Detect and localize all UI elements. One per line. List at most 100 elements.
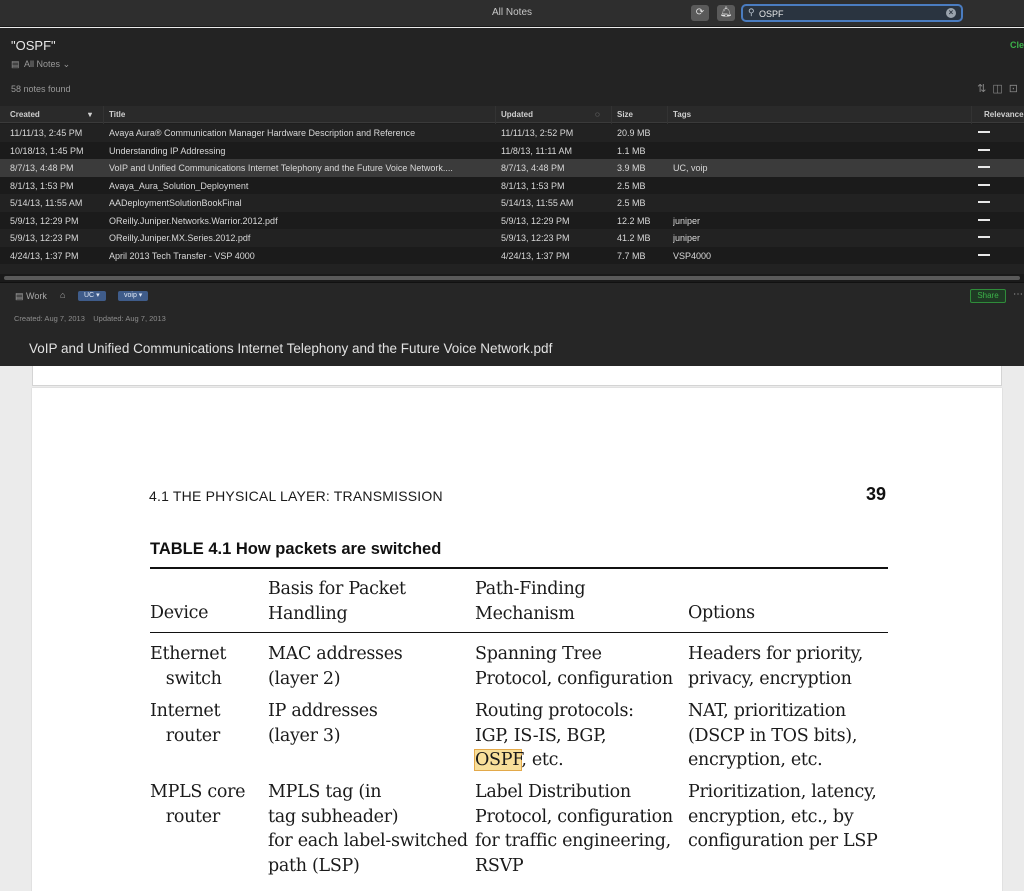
scrollbar-thumb[interactable] [4,276,1020,280]
notes-list-header: "OSPF" Cle ▤ All Notes ⌄ 58 notes found … [0,28,1024,106]
tag-chip[interactable]: voip ▾ [118,291,149,301]
table-row-selected[interactable]: 8/7/13, 4:48 PM VoIP and Unified Communi… [0,159,1024,177]
note-created: Created: Aug 7, 2013 [14,314,85,323]
notes-count: 58 notes found [11,84,71,94]
pdf-cell-path: Routing protocols: IGP, IS-IS, BGP, [475,701,634,746]
row-size: 41.2 MB [617,233,651,243]
pdf-cell-path: Spanning Tree Protocol, configuration [475,644,673,689]
horizontal-scrollbar[interactable] [0,274,1024,282]
row-size: 2.5 MB [617,198,646,208]
previous-page-edge [32,366,1002,386]
table-row[interactable]: 5/14/13, 11:55 AM AADeploymentSolutionBo… [0,194,1024,212]
table-row[interactable]: 11/11/13, 2:45 PM Avaya Aura® Communicat… [0,124,1024,142]
notes-table: Created ▾ Title Updated ◌ Size Tags Rele… [0,106,1024,282]
row-size: 7.7 MB [617,250,646,261]
relevance-bar [978,183,990,186]
row-updated: 5/14/13, 11:55 AM [501,198,574,208]
table-row[interactable]: 4/24/13, 1:37 PM April 2013 Tech Transfe… [0,246,1024,264]
row-title: VoIP and Unified Communications Internet… [109,163,453,173]
note-dates: Created: Aug 7, 2013 Updated: Aug 7, 201… [14,314,166,323]
pdf-cell-device: MPLS core router [150,782,246,827]
search-query-title: "OSPF" [11,38,56,53]
row-updated: 11/11/13, 2:52 PM [501,128,574,138]
row-created: 8/1/13, 1:53 PM [10,180,74,191]
column-updated[interactable]: Updated [501,110,591,119]
search-icon: ⚲ [748,7,755,17]
sort-desc-icon: ▾ [88,110,93,119]
pdf-cell-basis: IP addresses (layer 3) [268,701,378,746]
share-button[interactable]: Share [970,289,1006,303]
row-tags: VSP4000 [673,250,712,261]
row-title: OReilly.Juniper.Networks.Warrior.2012.pd… [109,215,278,226]
bell-icon[interactable]: 🔔︎ [717,5,735,21]
row-created: 5/14/13, 11:55 AM [10,198,83,208]
note-title[interactable]: VoIP and Unified Communications Internet… [29,341,552,356]
pdf-cell-device: Ethernet switch [150,644,227,689]
table-header: Created ▾ Title Updated ◌ Size Tags Rele… [0,106,1024,123]
tag-chip[interactable]: UC ▾ [78,291,106,301]
sync-icon[interactable]: ⟳ [691,5,709,21]
pdf-header-options: Options [688,603,755,623]
row-size: 3.9 MB [617,163,646,173]
row-created: 4/24/13, 1:37 PM [10,250,79,261]
column-tags[interactable]: Tags [673,110,763,119]
lock-icon[interactable]: ⊡ [1009,83,1024,95]
row-tags: UC, voip [673,163,708,173]
pdf-cell-path: Label Distribution Protocol, configurati… [475,782,673,876]
note-notebook-label: Work [26,291,47,301]
row-created: 5/9/13, 12:23 PM [10,233,79,243]
row-title: Avaya Aura® Communication Manager Hardwa… [109,128,416,138]
sort-icon[interactable]: ⇅ [977,83,992,95]
pdf-cell-options: Headers for priority, privacy, encryptio… [688,644,863,689]
pdf-page-number: 39 [866,484,887,504]
relevance-bar [978,201,990,203]
row-updated: 5/9/13, 12:29 PM [501,215,570,226]
row-size: 2.5 MB [617,180,646,191]
attachment-icon: ◌ [595,110,600,119]
notebook-icon: ▤ [11,59,20,69]
pdf-cell-path-suffix: , etc. [521,750,564,770]
table-top-rule [150,567,888,569]
clear-search-link[interactable]: Cle [1010,40,1024,50]
search-box[interactable]: ⚲ × [741,4,963,22]
note-header: ▤ Work ⌂ UC ▾ voip ▾ Share ⋯ Created: Au… [0,282,1024,366]
relevance-bar [978,148,990,151]
row-tags: juniper [673,215,701,226]
row-title: OReilly.Juniper.MX.Series.2012.pdf [109,233,251,243]
row-title: Avaya_Aura_Solution_Deployment [109,180,249,191]
note-updated: Updated: Aug 7, 2013 [93,314,166,323]
row-created: 5/9/13, 12:29 PM [10,215,79,226]
column-title[interactable]: Title [109,110,489,119]
row-updated: 4/24/13, 1:37 PM [501,250,570,261]
search-input[interactable] [759,7,939,20]
table-row[interactable]: 8/1/13, 1:53 PM Avaya_Aura_Solution_Depl… [0,176,1024,194]
notebook-selector-label: All Notes [24,59,61,69]
relevance-bar [978,218,990,221]
table-header-rule [150,632,888,633]
pdf-cell-options: Prioritization, latency, encryption, etc… [688,782,878,851]
table-row[interactable]: 5/9/13, 12:23 PM OReilly.Juniper.MX.Seri… [0,229,1024,247]
relevance-bar [978,253,990,256]
table-row[interactable]: 10/18/13, 1:45 PM Understanding IP Addre… [0,141,1024,159]
pdf-cell-basis: MPLS tag (in tag subheader) for each lab… [268,782,468,876]
row-created: 11/11/13, 2:45 PM [10,128,83,138]
table-row[interactable]: 5/9/13, 12:29 PM OReilly.Juniper.Network… [0,211,1024,229]
column-relevance[interactable]: Relevance [984,110,1024,119]
clear-search-icon[interactable]: × [946,8,956,18]
pdf-section-header: 4.1 THE PHYSICAL LAYER: TRANSMISSION [149,488,443,504]
tag-chip-label: UC [84,292,95,299]
more-icon[interactable]: ⋯ [1013,289,1023,300]
pdf-cell-basis: MAC addresses (layer 2) [268,644,403,689]
note-notebook[interactable]: ▤ Work [15,291,47,302]
row-updated: 11/8/13, 11:11 AM [501,145,573,156]
relevance-bar [978,166,990,168]
column-size[interactable]: Size [617,110,667,119]
layout-icon[interactable]: ◫ [992,83,1008,95]
pdf-header-device: Device [150,603,209,623]
tag-icon: ⌂ [60,290,66,300]
row-size: 12.2 MB [617,215,651,226]
row-size: 1.1 MB [617,145,646,156]
notebook-selector[interactable]: ▤ All Notes ⌄ [11,59,70,70]
row-title: April 2013 Tech Transfer - VSP 4000 [109,250,255,261]
relevance-bar [978,236,990,238]
